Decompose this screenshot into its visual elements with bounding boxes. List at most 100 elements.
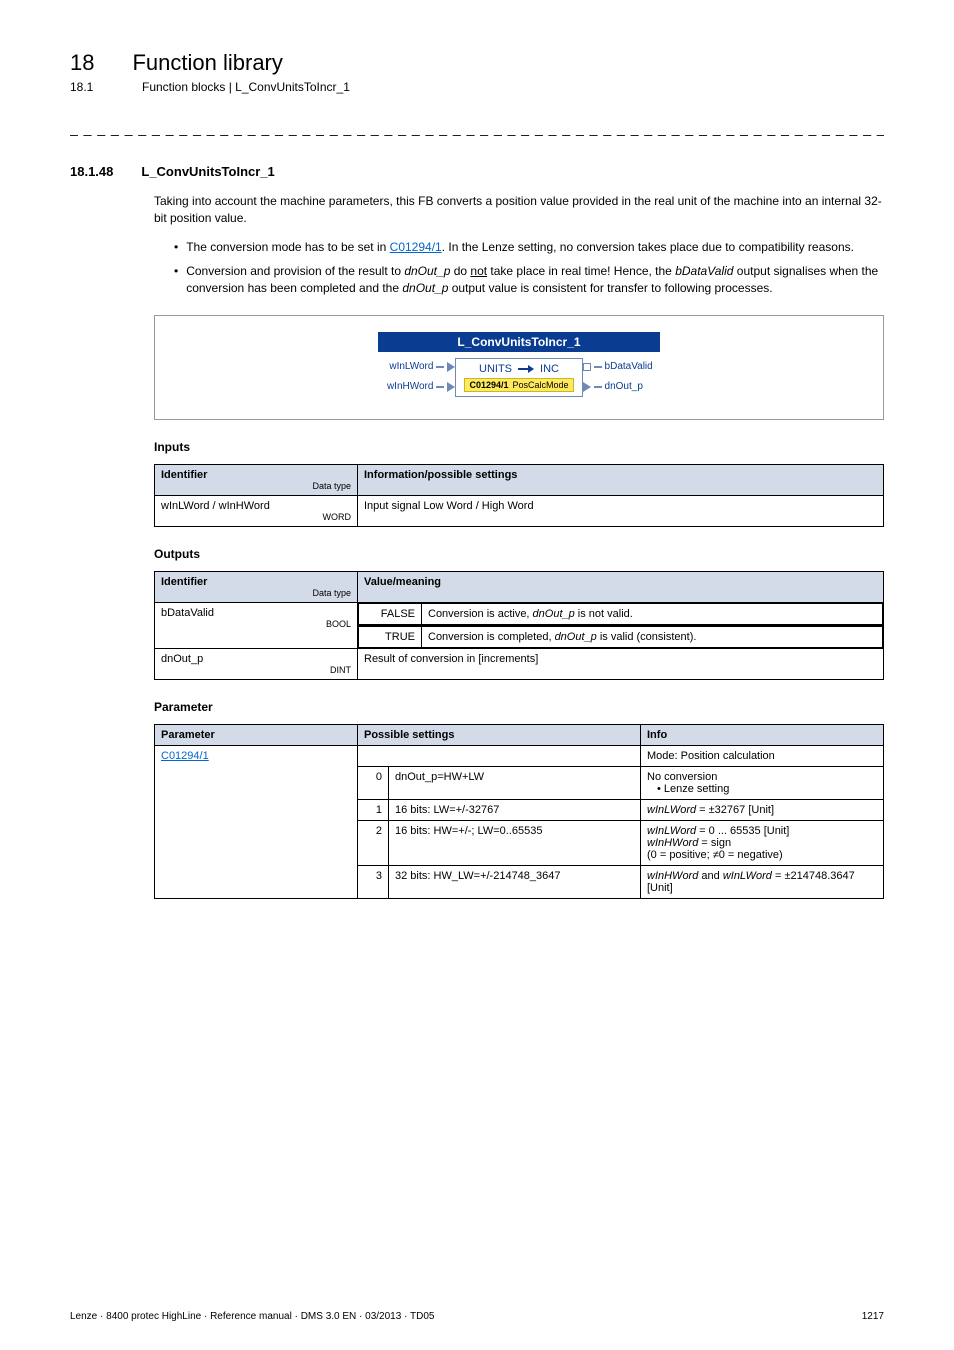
- text-fragment: = ±32767 [Unit]: [696, 804, 774, 816]
- table-header: Parameter: [155, 724, 358, 745]
- parameter-name: PosCalcMode: [513, 380, 569, 390]
- info-cell: wInLWord = ±32767 [Unit]: [641, 799, 884, 820]
- port-stub-icon: [436, 366, 444, 368]
- code-link[interactable]: C01294/1: [390, 240, 442, 254]
- identifier-cell: bDataValid BOOL: [155, 602, 358, 648]
- identifier-name: wInLWord / wInHWord: [161, 500, 270, 512]
- table-header: Value/meaning: [358, 571, 884, 602]
- identifier-cell: dnOut_p DINT: [155, 648, 358, 679]
- identifier-name: bDataValid: [161, 607, 214, 619]
- section-title: L_ConvUnitsToIncr_1: [141, 164, 274, 179]
- page-footer: Lenze · 8400 protec HighLine · Reference…: [70, 1311, 884, 1322]
- code-link[interactable]: C01294/1: [161, 750, 209, 762]
- table-header: Info: [641, 724, 884, 745]
- identifier-name: dnOut_p: [161, 653, 203, 665]
- output-port-label: bDataValid: [605, 361, 663, 372]
- table-row: wInLWord / wInHWord WORD Input signal Lo…: [155, 495, 884, 526]
- text-fragment: do: [450, 264, 470, 278]
- setting-index: 1: [358, 799, 389, 820]
- info-cell: Mode: Position calculation: [641, 745, 884, 766]
- block-diagram: L_ConvUnitsToIncr_1 wInLWord wInHWord: [154, 315, 884, 420]
- text-fragment: take place in real time! Hence, the: [487, 264, 675, 278]
- section-intro: Taking into account the machine paramete…: [154, 193, 884, 227]
- port-arrow-icon: [447, 382, 455, 392]
- setting-value: dnOut_p=HW+LW: [389, 766, 641, 799]
- text-fragment: INC: [540, 363, 559, 375]
- text-fragment: wInLWord: [647, 804, 696, 816]
- parameter-cell: C01294/1: [155, 745, 358, 898]
- table-row: FALSE Conversion is active, dnOut_p is n…: [359, 603, 883, 624]
- text-fragment: bDataValid: [675, 264, 733, 278]
- text-fragment: output value is consistent for transfer …: [448, 281, 772, 295]
- port-stub-icon: [594, 366, 602, 368]
- value-key: TRUE: [359, 626, 422, 647]
- output-ports: bDataValid dnOut_p: [583, 358, 663, 396]
- text-fragment: and: [698, 870, 722, 882]
- table-row: bDataValid BOOL FALSE Conversion is acti…: [155, 602, 884, 625]
- port-square-icon: [583, 363, 591, 371]
- settings-cell: [358, 745, 641, 766]
- text-fragment: wInLWord: [723, 870, 772, 882]
- page: 18 Function library 18.1 Function blocks…: [0, 0, 954, 1350]
- table-row: TRUE Conversion is completed, dnOut_p is…: [359, 626, 883, 647]
- text-fragment: UNITS: [479, 363, 512, 375]
- text-fragment: dnOut_p: [402, 281, 448, 295]
- port-stub-icon: [594, 386, 602, 388]
- subchapter-title: Function blocks | L_ConvUnitsToIncr_1: [142, 80, 350, 94]
- text-fragment: is not valid.: [575, 608, 633, 620]
- bullet-icon: •: [174, 263, 178, 297]
- text-fragment: = sign: [698, 837, 731, 849]
- bullet-icon: •: [174, 239, 178, 256]
- info-cell: Input signal Low Word / High Word: [358, 495, 884, 526]
- table-header: Possible settings: [358, 724, 641, 745]
- arrow-right-icon: [518, 365, 534, 373]
- setting-index: 3: [358, 865, 389, 898]
- text-fragment: • Lenze setting: [647, 783, 729, 795]
- parameter-code: C01294/1: [469, 380, 508, 390]
- text-fragment: No conversion: [647, 771, 717, 783]
- header-sublabel: Data type: [312, 481, 351, 491]
- output-port-label: dnOut_p: [605, 381, 663, 392]
- value-cell: TRUE Conversion is completed, dnOut_p is…: [358, 625, 884, 648]
- header-label: Identifier: [161, 469, 207, 481]
- data-type: WORD: [323, 512, 352, 522]
- value-desc: Conversion is completed, dnOut_p is vali…: [422, 626, 883, 647]
- value-cell: Result of conversion in [increments]: [358, 648, 884, 679]
- value-desc: Conversion is active, dnOut_p is not val…: [422, 603, 883, 624]
- inputs-table: Identifier Data type Information/possibl…: [154, 464, 884, 527]
- text-fragment: wInHWord: [647, 870, 698, 882]
- diagram-title: L_ConvUnitsToIncr_1: [378, 332, 660, 352]
- text-fragment: Conversion is completed,: [428, 631, 555, 643]
- header-sublabel: Data type: [312, 588, 351, 598]
- section-number: 18.1.48: [70, 164, 113, 179]
- setting-index: 2: [358, 820, 389, 865]
- data-type: BOOL: [326, 619, 351, 629]
- text-fragment: not: [470, 264, 487, 278]
- port-arrow-icon: [447, 362, 455, 372]
- input-port-label: wInLWord: [375, 361, 433, 372]
- inputs-heading: Inputs: [154, 440, 884, 454]
- parameter-badge: C01294/1 PosCalcMode: [464, 378, 573, 392]
- text-fragment: The conversion mode has to be set in: [186, 240, 389, 254]
- text-fragment: = 0 ... 65535 [Unit]: [696, 825, 789, 837]
- conversion-label: UNITS INC: [479, 363, 559, 375]
- text-fragment: is valid (consistent).: [597, 631, 697, 643]
- text-fragment: dnOut_p: [404, 264, 450, 278]
- table-row: dnOut_p DINT Result of conversion in [in…: [155, 648, 884, 679]
- parameter-table: Parameter Possible settings Info C01294/…: [154, 724, 884, 899]
- chapter-heading: 18 Function library: [70, 50, 884, 76]
- input-port-label: wInHWord: [375, 381, 433, 392]
- info-cell: wInHWord and wInLWord = ±214748.3647 [Un…: [641, 865, 884, 898]
- bullet-text: The conversion mode has to be set in C01…: [186, 239, 854, 256]
- text-fragment: Conversion is active,: [428, 608, 533, 620]
- data-type: DINT: [330, 665, 351, 675]
- separator-line: _ _ _ _ _ _ _ _ _ _ _ _ _ _ _ _ _ _ _ _ …: [70, 120, 884, 136]
- outputs-table: Identifier Data type Value/meaning bData…: [154, 571, 884, 680]
- section-heading: 18.1.48 L_ConvUnitsToIncr_1: [70, 164, 884, 179]
- info-cell: No conversion • Lenze setting: [641, 766, 884, 799]
- table-header: Identifier Data type: [155, 464, 358, 495]
- text-fragment: wInHWord: [647, 837, 698, 849]
- header-label: Identifier: [161, 576, 207, 588]
- outputs-heading: Outputs: [154, 547, 884, 561]
- info-cell: wInLWord = 0 ... 65535 [Unit] wInHWord =…: [641, 820, 884, 865]
